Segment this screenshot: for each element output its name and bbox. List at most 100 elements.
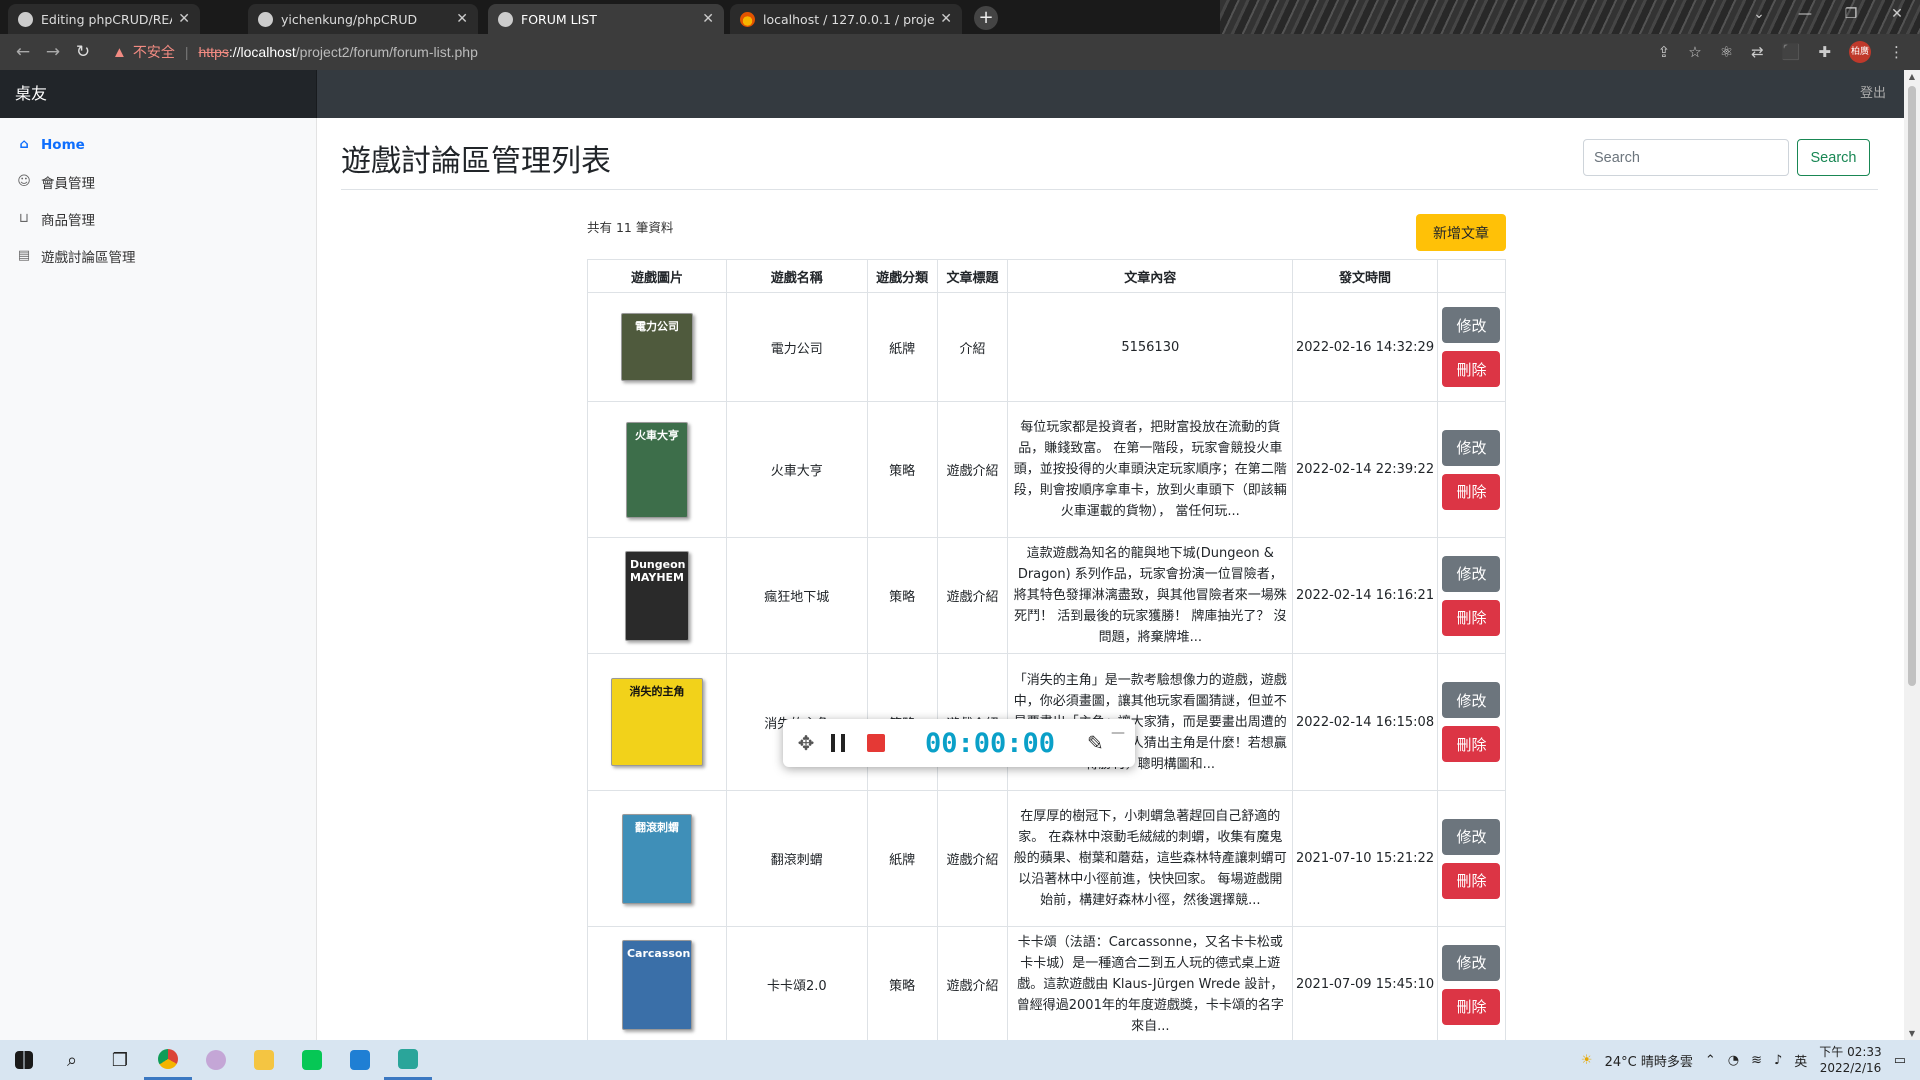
browser-tab[interactable]: yichenkung/phpCRUD ✕ xyxy=(248,4,478,34)
logout-link[interactable]: 登出 xyxy=(1860,70,1886,118)
insecure-label: 不安全 xyxy=(132,44,175,60)
chrome-taskbar-icon[interactable] xyxy=(144,1040,192,1080)
add-article-button[interactable]: 新增文章 xyxy=(1416,214,1506,251)
sidebar-item-forum[interactable]: ▤ 遊戲討論區管理 xyxy=(0,237,316,274)
vscode-icon[interactable] xyxy=(336,1040,384,1080)
close-tab-icon[interactable]: ✕ xyxy=(940,11,952,27)
game-category: 紙牌 xyxy=(866,292,938,402)
scroll-up-icon[interactable]: ▲ xyxy=(1904,72,1920,81)
task-view-icon[interactable]: ❐ xyxy=(96,1040,144,1080)
extension-react-icon[interactable]: ⚛ xyxy=(1720,43,1733,61)
url-path: /project2/forum/forum-list.php xyxy=(295,44,478,60)
sidebar-item-products[interactable]: ⊔ 商品管理 xyxy=(0,200,316,237)
windows-start-icon[interactable] xyxy=(0,1040,48,1080)
line-app-icon[interactable] xyxy=(288,1040,336,1080)
browser-tab[interactable]: Editing phpCRUD/README.mc ✕ xyxy=(8,4,200,34)
game-name: 瘋狂地下城 xyxy=(725,537,868,654)
ime-indicator[interactable]: 英 xyxy=(1794,1051,1807,1070)
game-category: 紙牌 xyxy=(866,790,938,927)
delete-button[interactable]: 刪除 xyxy=(1442,599,1501,636)
column-header: 文章標題 xyxy=(936,259,1009,293)
game-name: 卡卡頌2.0 xyxy=(725,926,868,1043)
puzzle-icon[interactable]: ✚ xyxy=(1818,43,1831,61)
game-image-cell: 消失的主角 xyxy=(587,653,727,791)
article-title: 遊戲介紹 xyxy=(936,790,1009,927)
edit-button[interactable]: 修改 xyxy=(1442,944,1501,981)
search-input[interactable] xyxy=(1583,139,1789,176)
volume-icon[interactable]: ♪ xyxy=(1774,1053,1782,1068)
sidebar-item-home[interactable]: ⌂ Home xyxy=(0,126,316,163)
actions-cell: 修改 刪除 xyxy=(1436,653,1507,791)
cart-icon: ⊔ xyxy=(18,210,30,226)
edit-button[interactable]: 修改 xyxy=(1442,818,1501,855)
maximize-icon[interactable]: ❐ xyxy=(1828,0,1874,30)
game-image-cell: 火車大亨 xyxy=(587,401,727,538)
column-header: 遊戲名稱 xyxy=(725,259,868,293)
article-title: 遊戲介紹 xyxy=(936,401,1009,538)
tab-search-icon[interactable]: ⌄ xyxy=(1736,0,1782,30)
divider xyxy=(341,189,1878,190)
forward-icon[interactable]: → xyxy=(38,42,68,62)
edit-button[interactable]: 修改 xyxy=(1442,307,1501,343)
extension-translate-icon[interactable]: ⇄ xyxy=(1751,43,1764,61)
article-title: 介紹 xyxy=(936,292,1009,402)
sidebar: ⌂ Home ☺ 會員管理 ⊔ 商品管理 ▤ 遊戲討論區管理 xyxy=(0,118,317,1040)
browser-tab[interactable]: localhost / 127.0.0.1 / project2 ✕ xyxy=(730,4,962,34)
new-tab-button[interactable]: + xyxy=(974,6,998,30)
file-explorer-icon[interactable] xyxy=(240,1040,288,1080)
edit-button[interactable]: 修改 xyxy=(1442,682,1501,718)
close-tab-icon[interactable]: ✕ xyxy=(702,11,714,27)
brand-logo[interactable]: 桌友 xyxy=(0,70,317,118)
page-scrollbar[interactable]: ▲ ▼ xyxy=(1904,70,1920,1040)
recording-timer: 00:00:00 xyxy=(925,727,1056,759)
delete-button[interactable]: 刪除 xyxy=(1442,862,1501,899)
notification-icon[interactable]: ▭ xyxy=(1894,1053,1906,1068)
close-window-icon[interactable]: ✕ xyxy=(1874,0,1920,30)
tray-chevron-icon[interactable]: ⌃ xyxy=(1705,1053,1716,1068)
pen-icon[interactable]: ✎ xyxy=(1087,731,1104,755)
game-category: 策略 xyxy=(866,401,938,538)
move-icon[interactable]: ✥ xyxy=(793,731,819,755)
sidebar-item-members[interactable]: ☺ 會員管理 xyxy=(0,163,316,200)
recorder-app-icon[interactable] xyxy=(384,1040,432,1080)
snipping-tool-icon[interactable] xyxy=(192,1040,240,1080)
stop-icon[interactable] xyxy=(867,734,885,752)
screen-recorder-toolbar[interactable]: ✥ 00:00:00 ✎ — xyxy=(783,719,1135,767)
sidebar-item-label: 遊戲討論區管理 xyxy=(41,249,136,266)
pdf-extension-icon[interactable]: ⬛ xyxy=(1782,43,1801,61)
weather-text[interactable]: 24°C 晴時多雲 xyxy=(1605,1051,1693,1070)
bookmark-star-icon[interactable]: ☆ xyxy=(1688,43,1701,61)
edit-button[interactable]: 修改 xyxy=(1442,555,1501,592)
address-bar: ← → ↻ ▲ 不安全 | https ://localhost /projec… xyxy=(0,34,1920,70)
search-icon[interactable]: ⌕ xyxy=(48,1040,96,1080)
url-field[interactable]: ▲ 不安全 | https ://localhost /project2/for… xyxy=(112,42,478,62)
table-row: Carcassonne 卡卡頌2.0 策略 遊戲介紹 卡卡頌（法語：Carcas… xyxy=(587,926,1507,1043)
wifi-icon[interactable]: ≋ xyxy=(1751,1053,1762,1068)
back-icon[interactable]: ← xyxy=(8,42,38,62)
minimize-recorder-icon[interactable]: — xyxy=(1111,725,1125,741)
post-time: 2022-02-14 16:15:08 xyxy=(1292,653,1438,791)
delete-button[interactable]: 刪除 xyxy=(1442,351,1501,387)
delete-button[interactable]: 刪除 xyxy=(1442,988,1501,1025)
profile-avatar[interactable]: 柏廣 xyxy=(1849,41,1871,63)
minimize-icon[interactable]: — xyxy=(1782,0,1828,30)
column-header: 遊戲分類 xyxy=(866,259,938,293)
edit-button[interactable]: 修改 xyxy=(1442,429,1501,466)
browser-tab-active[interactable]: FORUM LIST ✕ xyxy=(488,4,724,34)
delete-button[interactable]: 刪除 xyxy=(1442,726,1501,762)
close-tab-icon[interactable]: ✕ xyxy=(178,11,190,27)
search-button[interactable]: Search xyxy=(1797,139,1870,176)
scrollbar-thumb[interactable] xyxy=(1908,86,1916,686)
scroll-down-icon[interactable]: ▼ xyxy=(1904,1029,1920,1038)
game-image: 翻滾刺蝟 xyxy=(621,813,692,904)
pause-icon[interactable] xyxy=(831,734,845,752)
close-tab-icon[interactable]: ✕ xyxy=(456,11,468,27)
system-tray: ☀ 24°C 晴時多雲 ⌃ ◔ ≋ ♪ 英 下午 02:33 2022/2/16… xyxy=(1581,1040,1920,1080)
menu-kebab-icon[interactable]: ⋮ xyxy=(1889,43,1904,61)
reload-icon[interactable]: ↻ xyxy=(68,42,98,62)
share-icon[interactable]: ⇪ xyxy=(1658,43,1671,61)
delete-button[interactable]: 刪除 xyxy=(1442,473,1501,510)
network-icon[interactable]: ◔ xyxy=(1728,1053,1739,1068)
article-title: 遊戲介紹 xyxy=(936,537,1009,654)
clock[interactable]: 下午 02:33 2022/2/16 xyxy=(1819,1044,1881,1076)
